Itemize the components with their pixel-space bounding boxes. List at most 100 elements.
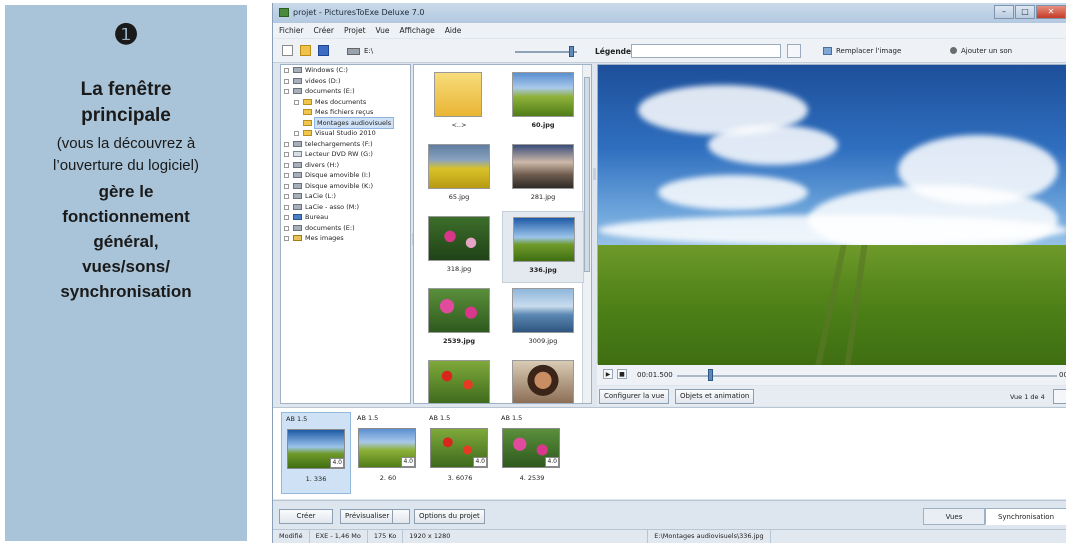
tree-item[interactable]: LaCie - asso (M:) bbox=[281, 202, 410, 213]
caption-input[interactable] bbox=[631, 44, 781, 58]
expand-icon[interactable] bbox=[284, 183, 289, 189]
menu-item[interactable]: Projet bbox=[344, 23, 366, 38]
thumbnail-size-slider[interactable] bbox=[515, 51, 577, 53]
expand-icon[interactable] bbox=[284, 141, 289, 147]
thumbnail-image bbox=[512, 288, 574, 333]
thumbnail-image bbox=[512, 360, 574, 403]
menu-item[interactable]: Vue bbox=[376, 23, 390, 38]
tree-item[interactable]: Mes images bbox=[281, 233, 410, 244]
fullscreen-button[interactable] bbox=[392, 509, 410, 524]
expand-icon[interactable] bbox=[284, 236, 289, 241]
thumbnail[interactable]: 336.jpg bbox=[502, 211, 584, 283]
configure-view-button[interactable]: Configurer la vue bbox=[599, 389, 670, 404]
expand-icon[interactable] bbox=[284, 194, 289, 199]
thumbnail-image bbox=[512, 144, 574, 189]
tab-synchronisation[interactable]: Synchronisation bbox=[985, 508, 1066, 525]
timeline-handle[interactable] bbox=[708, 369, 713, 381]
expand-icon[interactable] bbox=[294, 99, 299, 105]
add-sound-button[interactable]: Ajouter un son bbox=[961, 47, 1012, 55]
tree-item[interactable]: Montages audiovisuels bbox=[281, 116, 410, 129]
close-button[interactable]: ✕ bbox=[1036, 5, 1066, 19]
expand-icon[interactable] bbox=[284, 89, 289, 94]
create-button[interactable]: Créer bbox=[279, 509, 333, 524]
menu-item[interactable]: Créer bbox=[314, 23, 334, 38]
thumbnail[interactable]: 8426.JPG bbox=[502, 355, 584, 403]
cloud bbox=[898, 135, 1058, 205]
play-button[interactable]: ▶ bbox=[603, 369, 613, 379]
save-icon[interactable] bbox=[318, 45, 329, 56]
expand-icon[interactable] bbox=[284, 225, 289, 231]
slide-duration: 4.0 bbox=[473, 457, 487, 467]
tree-item[interactable]: LaCie (L:) bbox=[281, 191, 410, 202]
time-end: 00 bbox=[1059, 371, 1066, 379]
expand-icon[interactable] bbox=[284, 152, 289, 157]
thumbnail[interactable]: 281.jpg bbox=[502, 139, 584, 211]
maximize-button[interactable]: □ bbox=[1015, 5, 1035, 19]
tab-views[interactable]: Vues bbox=[923, 508, 985, 525]
drive-icon bbox=[293, 182, 302, 189]
tree-item[interactable]: Mes documents bbox=[281, 97, 410, 108]
tree-item-label: Disque amovible (K:) bbox=[305, 181, 373, 190]
drive-icon[interactable] bbox=[347, 48, 360, 55]
expand-icon[interactable] bbox=[284, 173, 289, 178]
tree-item[interactable]: Windows (C:) bbox=[281, 65, 410, 76]
thumbnail[interactable]: 3009.jpg bbox=[502, 283, 584, 355]
tree-item[interactable]: Lecteur DVD RW (G:) bbox=[281, 149, 410, 160]
thumbnail[interactable]: 65.jpg bbox=[418, 139, 500, 211]
tree-item[interactable]: Bureau bbox=[281, 212, 410, 223]
tree-item[interactable]: Visual Studio 2010 bbox=[281, 128, 410, 139]
thumbnail-grid: <..> 60.jpg 65.jpg 281.jpg 318.jpg 336.jpg 253… bbox=[413, 64, 592, 404]
slide-item[interactable]: AB 1.5 4.0 1. 336 bbox=[281, 412, 351, 494]
menu-item[interactable]: Aide bbox=[445, 23, 462, 38]
thumbnail[interactable]: 318.jpg bbox=[418, 211, 500, 283]
status-field: E:\Montages audiovisuels\336.jpg bbox=[648, 530, 771, 543]
replace-image-button[interactable]: Remplacer l'image bbox=[836, 47, 901, 55]
menu-item[interactable]: Affichage bbox=[400, 23, 435, 38]
folder-icon bbox=[303, 109, 312, 115]
thumbnail[interactable]: 6076.jpg bbox=[418, 355, 500, 403]
field-track bbox=[815, 245, 847, 365]
scrollbar-thumb[interactable] bbox=[584, 77, 590, 272]
expand-icon[interactable] bbox=[284, 78, 289, 84]
objects-animation-button[interactable]: Objets et animation bbox=[675, 389, 755, 404]
open-folder-icon[interactable] bbox=[300, 45, 311, 56]
drive-icon bbox=[293, 224, 302, 231]
project-options-button[interactable]: Options du projet bbox=[414, 509, 485, 524]
tree-item[interactable]: telechargements (F:) bbox=[281, 139, 410, 150]
expand-icon[interactable] bbox=[284, 215, 289, 220]
slider-handle[interactable] bbox=[569, 46, 574, 57]
sound-icon[interactable] bbox=[950, 47, 957, 54]
menu-item[interactable]: Fichier bbox=[279, 23, 304, 38]
caption-edit-button[interactable] bbox=[787, 44, 801, 58]
tree-item[interactable]: divers (H:) bbox=[281, 160, 410, 171]
grid-splitter[interactable] bbox=[593, 168, 596, 180]
expand-icon[interactable] bbox=[284, 204, 289, 210]
slide-image: 4.0 bbox=[502, 428, 560, 468]
thumbnail-caption: 3009.jpg bbox=[528, 337, 558, 345]
new-file-icon[interactable] bbox=[282, 45, 293, 56]
slide-item[interactable]: AB 1.5 4.0 3. 6076 bbox=[425, 412, 495, 494]
tree-item[interactable]: videos (D:) bbox=[281, 76, 410, 87]
slide-name: 3. 6076 bbox=[447, 474, 473, 482]
stop-button[interactable]: ■ bbox=[617, 369, 627, 379]
expand-icon[interactable] bbox=[294, 131, 299, 136]
slide-duration: 4.0 bbox=[330, 458, 344, 468]
tree-item[interactable]: documents (E:) bbox=[281, 223, 410, 234]
slide-item[interactable]: AB 1.5 4.0 2. 60 bbox=[353, 412, 423, 494]
expand-icon[interactable] bbox=[284, 162, 289, 168]
preview-button[interactable]: Prévisualiser bbox=[340, 509, 395, 524]
preview-pane bbox=[597, 64, 1066, 365]
view-menu-button[interactable] bbox=[1053, 389, 1066, 404]
expand-icon[interactable] bbox=[284, 68, 289, 73]
minimize-button[interactable]: – bbox=[994, 5, 1014, 19]
tree-item[interactable]: Disque amovible (K:) bbox=[281, 181, 410, 192]
timeline-track[interactable] bbox=[677, 375, 1057, 377]
tree-item[interactable]: Mes fichiers reçus bbox=[281, 107, 410, 118]
thumbnail[interactable]: <..> bbox=[418, 67, 500, 139]
slide-item[interactable]: AB 1.5 4.0 4. 2539 bbox=[497, 412, 567, 494]
thumbnail[interactable]: 60.jpg bbox=[502, 67, 584, 139]
replace-image-icon[interactable] bbox=[823, 47, 832, 55]
tree-item[interactable]: documents (E:) bbox=[281, 86, 410, 97]
thumbnail[interactable]: 2539.jpg bbox=[418, 283, 500, 355]
tree-item[interactable]: Disque amovible (I:) bbox=[281, 170, 410, 181]
